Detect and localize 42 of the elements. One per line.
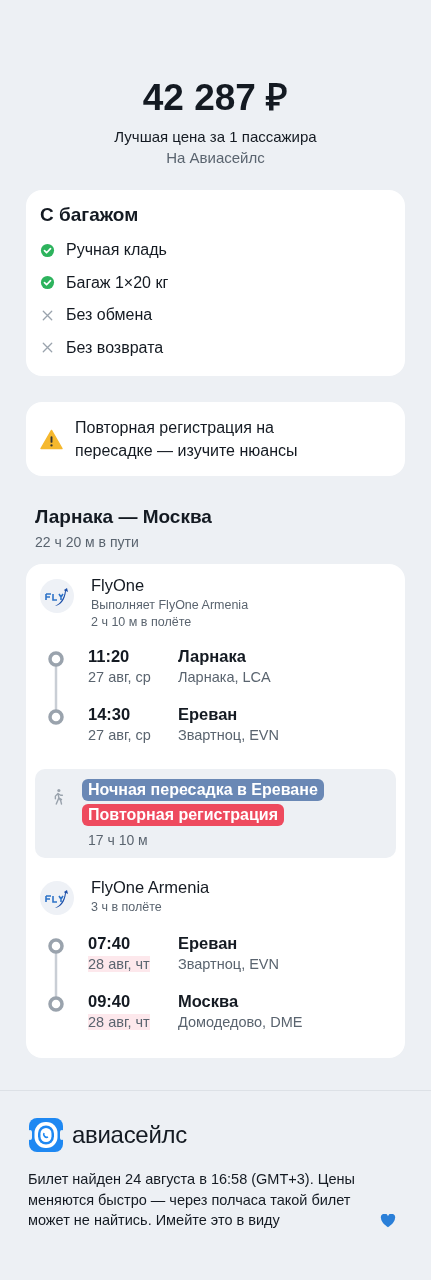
stop-airport: Домодедово, DME	[178, 1014, 303, 1030]
stop-city: Москва	[178, 991, 240, 1012]
transfer-tag: Повторная регистрация	[82, 804, 284, 826]
route-duration: 22 ч 20 м в пути	[35, 534, 140, 550]
brand-logo-icon	[28, 1117, 64, 1153]
airline-name: FlyOne	[91, 576, 146, 595]
stop-airport: Звартноц, EVN	[178, 727, 279, 743]
brand-name: авиасейлс	[72, 1121, 187, 1149]
operator-text: Выполняет FlyOne Armenia	[91, 598, 249, 612]
airline-logo-icon	[39, 880, 75, 916]
stop-time: 07:40	[88, 933, 131, 954]
stop-airport: Звартноц, EVN	[178, 956, 279, 972]
stop-date: 27 авг, ср	[88, 727, 151, 743]
stop-date: 28 авг, чт	[88, 1014, 150, 1030]
baggage-option: Багаж 1×20 кг	[66, 273, 169, 292]
price-amount: 42 287 ₽	[142, 76, 289, 120]
warning-icon	[40, 428, 63, 450]
layover-duration: 17 ч 10 м	[88, 832, 148, 848]
baggage-title: С багажом	[40, 204, 140, 226]
route-title: Ларнака — Москва	[35, 506, 213, 528]
flight-duration: 3 ч в полёте	[91, 900, 163, 914]
warning-text: Повторная регистрация на пересадке — изучите нюансы	[75, 418, 299, 461]
stop-city: Ереван	[178, 933, 239, 954]
airline-logo-icon	[39, 578, 75, 614]
footer-note: Билет найден 24 августа в 16:58 (GMT+3). Цены меняются быстро — через полчаса такой билет может не найтись. Имейте это в виду	[28, 1170, 356, 1230]
baggage-option: Без обмена	[66, 306, 153, 325]
flight-duration: 2 ч 10 м в полёте	[91, 615, 193, 629]
heart-icon	[380, 1213, 396, 1228]
stop-city: Ереван	[178, 704, 239, 725]
stop-time: 11:20	[88, 646, 130, 667]
baggage-option: Без возврата	[66, 338, 164, 357]
price-caption: Лучшая цена за 1 пассажира	[114, 128, 317, 145]
price-source: На Авиасейлс	[166, 149, 265, 166]
stop-date: 28 авг, чт	[88, 956, 150, 972]
stop-date: 27 авг, ср	[88, 669, 151, 685]
stop-time: 09:40	[88, 991, 131, 1012]
stop-time: 14:30	[88, 704, 131, 725]
baggage-option: Ручная кладь	[66, 241, 167, 260]
airline-name: FlyOne Armenia	[91, 878, 210, 897]
stop-city: Ларнака	[178, 646, 247, 667]
transfer-tag: Ночная пересадка в Ереване	[82, 779, 324, 801]
stop-airport: Ларнака, LCA	[178, 669, 271, 685]
